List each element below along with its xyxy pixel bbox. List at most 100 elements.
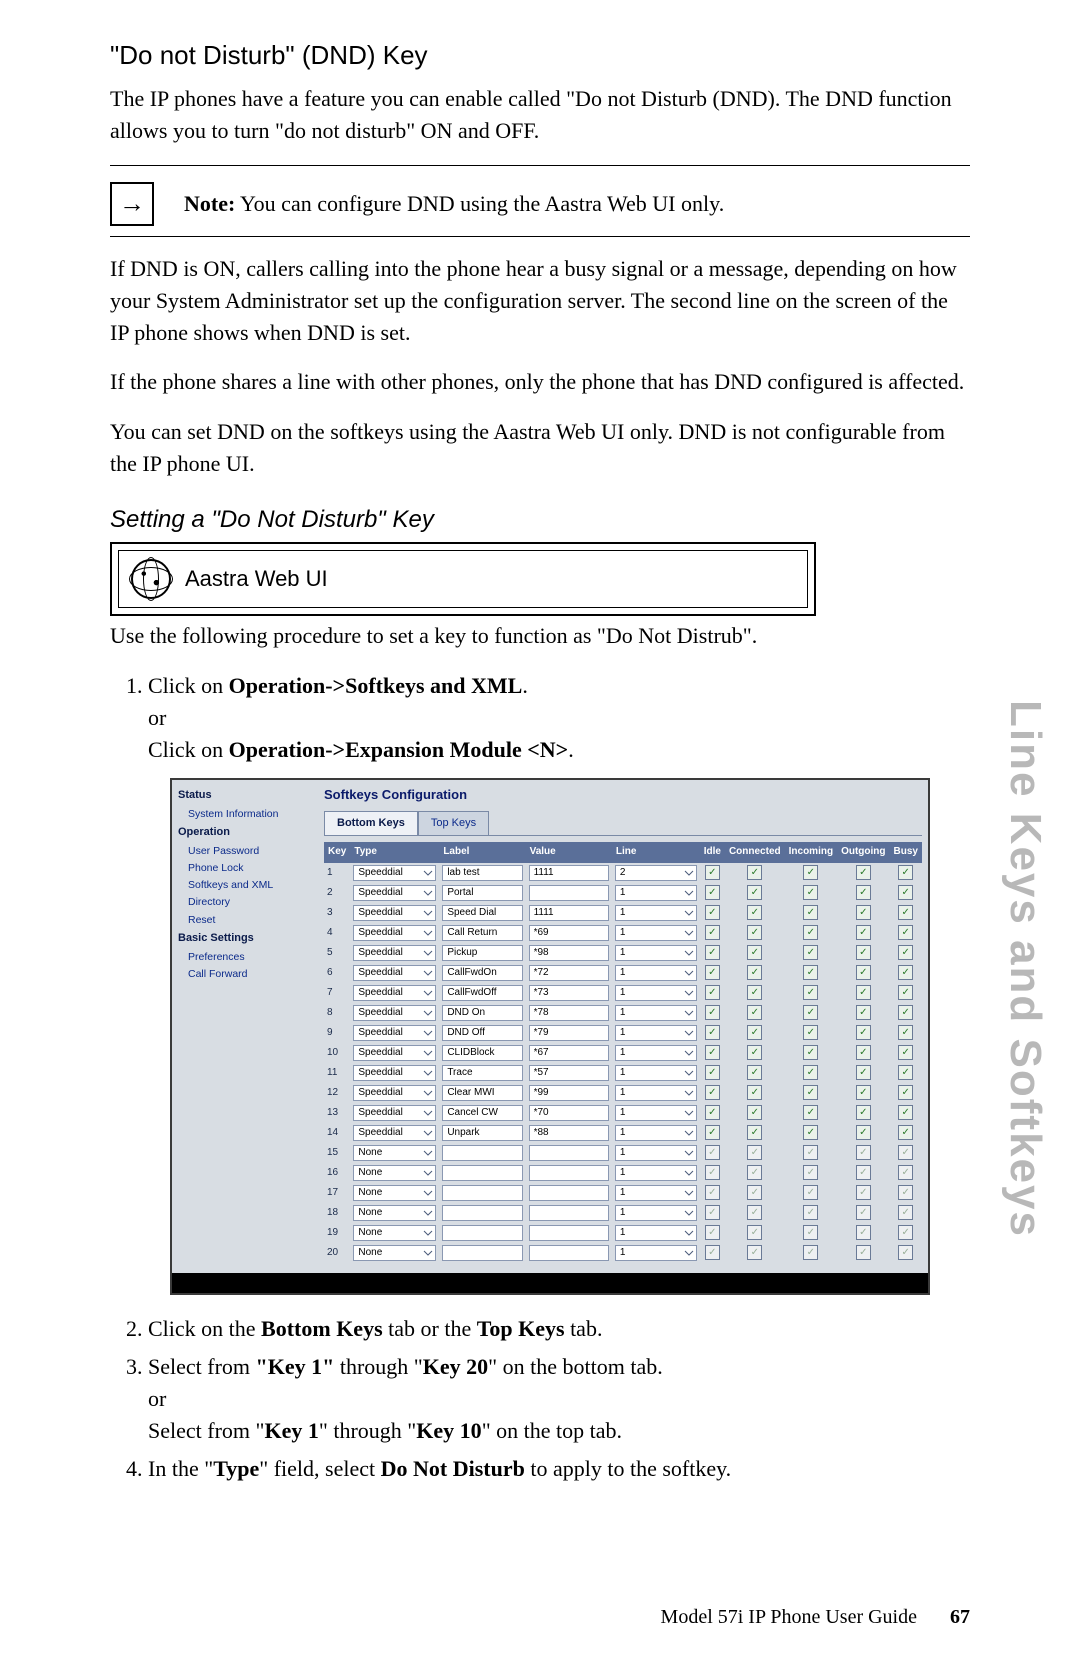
state-checkbox[interactable]: ✓	[803, 1065, 818, 1080]
state-checkbox[interactable]: ✓	[747, 1105, 762, 1120]
label-input[interactable]	[442, 1225, 522, 1241]
state-checkbox[interactable]: ✓	[856, 945, 871, 960]
state-checkbox[interactable]: ✓	[747, 1025, 762, 1040]
state-checkbox[interactable]: ✓	[898, 905, 913, 920]
state-checkbox[interactable]: ✓	[856, 985, 871, 1000]
line-select[interactable]	[615, 945, 697, 961]
value-input[interactable]	[529, 1245, 609, 1261]
type-select[interactable]	[353, 1245, 436, 1261]
state-checkbox[interactable]: ✓	[747, 905, 762, 920]
state-checkbox[interactable]: ✓	[898, 1025, 913, 1040]
label-input[interactable]	[442, 1125, 522, 1141]
state-checkbox[interactable]: ✓	[803, 965, 818, 980]
value-input[interactable]	[529, 1125, 609, 1141]
line-select[interactable]	[615, 1085, 697, 1101]
state-checkbox[interactable]: ✓	[856, 1005, 871, 1020]
state-checkbox[interactable]: ✓	[898, 985, 913, 1000]
value-input[interactable]	[529, 1025, 609, 1041]
state-checkbox[interactable]: ✓	[705, 1065, 720, 1080]
state-checkbox[interactable]: ✓	[856, 885, 871, 900]
state-checkbox[interactable]: ✓	[705, 885, 720, 900]
line-select[interactable]	[615, 925, 697, 941]
state-checkbox[interactable]: ✓	[898, 865, 913, 880]
state-checkbox[interactable]: ✓	[747, 865, 762, 880]
label-input[interactable]	[442, 1025, 522, 1041]
state-checkbox[interactable]: ✓	[898, 925, 913, 940]
state-checkbox[interactable]: ✓	[705, 1105, 720, 1120]
state-checkbox[interactable]: ✓	[705, 965, 720, 980]
label-input[interactable]	[442, 1205, 522, 1221]
line-select[interactable]	[615, 1105, 697, 1121]
label-input[interactable]	[442, 1045, 522, 1061]
state-checkbox[interactable]: ✓	[705, 1005, 720, 1020]
state-checkbox[interactable]: ✓	[747, 885, 762, 900]
line-select[interactable]	[615, 905, 697, 921]
type-select[interactable]	[353, 965, 436, 981]
label-input[interactable]	[442, 1105, 522, 1121]
state-checkbox[interactable]: ✓	[898, 885, 913, 900]
type-select[interactable]	[353, 1045, 436, 1061]
state-checkbox[interactable]: ✓	[898, 1125, 913, 1140]
sidebar-item-softkeys-xml[interactable]: Softkeys and XML	[178, 877, 318, 894]
sidebar-item-reset[interactable]: Reset	[178, 912, 318, 929]
value-input[interactable]	[529, 1185, 609, 1201]
state-checkbox[interactable]: ✓	[803, 1025, 818, 1040]
state-checkbox[interactable]: ✓	[803, 885, 818, 900]
label-input[interactable]	[442, 1085, 522, 1101]
state-checkbox[interactable]: ✓	[803, 1125, 818, 1140]
line-select[interactable]	[615, 1125, 697, 1141]
value-input[interactable]	[529, 1165, 609, 1181]
state-checkbox[interactable]: ✓	[856, 865, 871, 880]
state-checkbox[interactable]: ✓	[747, 1005, 762, 1020]
value-input[interactable]	[529, 1205, 609, 1221]
value-input[interactable]	[529, 1065, 609, 1081]
state-checkbox[interactable]: ✓	[856, 965, 871, 980]
label-input[interactable]	[442, 1165, 522, 1181]
state-checkbox[interactable]: ✓	[803, 925, 818, 940]
label-input[interactable]	[442, 865, 522, 881]
sidebar-item-call-forward[interactable]: Call Forward	[178, 966, 318, 983]
value-input[interactable]	[529, 885, 609, 901]
type-select[interactable]	[353, 925, 436, 941]
state-checkbox[interactable]: ✓	[747, 965, 762, 980]
sidebar-item-preferences[interactable]: Preferences	[178, 949, 318, 966]
state-checkbox[interactable]: ✓	[856, 1105, 871, 1120]
label-input[interactable]	[442, 1245, 522, 1261]
state-checkbox[interactable]: ✓	[705, 925, 720, 940]
label-input[interactable]	[442, 905, 522, 921]
state-checkbox[interactable]: ✓	[898, 1105, 913, 1120]
value-input[interactable]	[529, 905, 609, 921]
label-input[interactable]	[442, 1185, 522, 1201]
state-checkbox[interactable]: ✓	[747, 1125, 762, 1140]
state-checkbox[interactable]: ✓	[803, 1045, 818, 1060]
line-select[interactable]	[615, 1165, 697, 1181]
label-input[interactable]	[442, 965, 522, 981]
state-checkbox[interactable]: ✓	[747, 985, 762, 1000]
state-checkbox[interactable]: ✓	[747, 925, 762, 940]
line-select[interactable]	[615, 885, 697, 901]
type-select[interactable]	[353, 1065, 436, 1081]
tab-top-keys[interactable]: Top Keys	[418, 811, 489, 836]
line-select[interactable]	[615, 1045, 697, 1061]
type-select[interactable]	[353, 1225, 436, 1241]
type-select[interactable]	[353, 1125, 436, 1141]
state-checkbox[interactable]: ✓	[856, 905, 871, 920]
state-checkbox[interactable]: ✓	[856, 1125, 871, 1140]
state-checkbox[interactable]: ✓	[705, 905, 720, 920]
value-input[interactable]	[529, 1145, 609, 1161]
state-checkbox[interactable]: ✓	[705, 1085, 720, 1100]
state-checkbox[interactable]: ✓	[803, 945, 818, 960]
state-checkbox[interactable]: ✓	[803, 985, 818, 1000]
type-select[interactable]	[353, 945, 436, 961]
state-checkbox[interactable]: ✓	[898, 1085, 913, 1100]
sidebar-item-directory[interactable]: Directory	[178, 894, 318, 911]
type-select[interactable]	[353, 1105, 436, 1121]
line-select[interactable]	[615, 1025, 697, 1041]
label-input[interactable]	[442, 885, 522, 901]
state-checkbox[interactable]: ✓	[705, 985, 720, 1000]
state-checkbox[interactable]: ✓	[856, 1085, 871, 1100]
line-select[interactable]	[615, 865, 697, 881]
value-input[interactable]	[529, 1085, 609, 1101]
state-checkbox[interactable]: ✓	[803, 1005, 818, 1020]
type-select[interactable]	[353, 1185, 436, 1201]
